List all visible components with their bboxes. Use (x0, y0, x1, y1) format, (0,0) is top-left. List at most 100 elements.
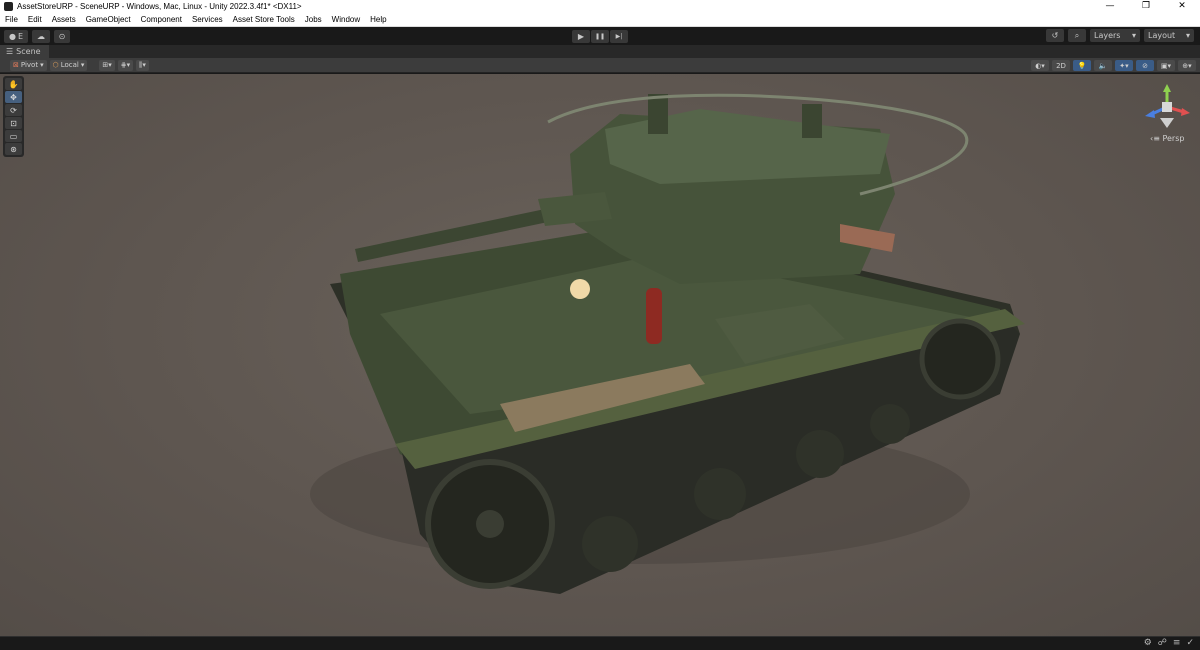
audio-toggle[interactable]: 🔈 (1094, 60, 1112, 71)
effects-dropdown[interactable]: ✦▾ (1115, 60, 1133, 71)
gizmos-icon: ⊕▾ (1182, 61, 1192, 70)
menu-jobs[interactable]: Jobs (300, 13, 327, 27)
move-tool[interactable]: ✥ (5, 91, 22, 103)
transform-tools: ✋ ✥ ⟳ ⊡ ▭ ⊛ (3, 76, 24, 157)
unity-logo-icon (4, 2, 13, 11)
tab-bar: ☰ Scene (0, 45, 1200, 58)
menu-gameobject[interactable]: GameObject (81, 13, 136, 27)
search-button[interactable]: ⌕ (1068, 29, 1086, 42)
gizmos-dropdown[interactable]: ⊕▾ (1178, 60, 1196, 71)
tank-turret-top (605, 109, 890, 184)
menu-component[interactable]: Component (136, 13, 187, 27)
tank-cupola (802, 104, 822, 138)
cloud-icon: ☁ (37, 31, 45, 41)
orientation-gizmo[interactable] (1144, 84, 1190, 130)
history-icon: ↺ (1051, 31, 1059, 40)
rotate-tool[interactable]: ⟳ (5, 104, 22, 116)
tank-rear-idler (919, 318, 1001, 400)
menu-window[interactable]: Window (327, 13, 365, 27)
grid-snap-icon: ⊞▾ (102, 61, 112, 69)
close-button[interactable]: ✕ (1164, 0, 1200, 13)
window-controls: — ❐ ✕ (1092, 0, 1200, 13)
tank-roadwheel (870, 404, 910, 444)
menu-edit[interactable]: Edit (23, 13, 47, 27)
toggle-2d-button[interactable]: 2D (1052, 60, 1070, 71)
play-icon: ▶ (577, 32, 585, 41)
pause-icon: ❚❚ (594, 33, 606, 40)
hidden-objects-toggle[interactable]: ⊘ (1136, 60, 1154, 71)
collab-button[interactable]: ⊙ (54, 29, 70, 43)
grid-visibility-button[interactable]: ⋕▾ (117, 59, 134, 71)
network-icon[interactable]: ☍ (1158, 638, 1167, 648)
eye-slash-icon: ⊘ (1142, 61, 1148, 70)
tank-front-sprocket-hub (476, 510, 504, 538)
draw-mode-icon: ◐▾ (1035, 61, 1045, 70)
play-controls: ▶ ❚❚ ▶| (572, 30, 628, 43)
check-icon[interactable]: ✓ (1186, 638, 1194, 648)
tank-headlight (570, 279, 590, 299)
history-button[interactable]: ↺ (1046, 29, 1064, 42)
chevron-down-icon: ▾ (80, 61, 85, 69)
tab-scene-label: Scene (16, 47, 41, 56)
tab-scene[interactable]: ☰ Scene (0, 45, 49, 58)
camera-icon: ▣▾ (1160, 61, 1172, 70)
menu-file[interactable]: File (0, 13, 23, 27)
pivot-icon: ⊠ (13, 61, 19, 69)
menu-assets[interactable]: Assets (47, 13, 81, 27)
scene-viewport[interactable] (0, 74, 1200, 636)
move-tool-icon: ✥ (10, 92, 17, 102)
tank-roadwheel (694, 468, 746, 520)
account-label: E (17, 31, 24, 41)
pause-button[interactable]: ❚❚ (591, 30, 609, 43)
step-button[interactable]: ▶| (610, 30, 628, 43)
grid-snap-button[interactable]: ⊞▾ (99, 59, 115, 71)
rotate-tool-icon: ⟳ (10, 105, 17, 115)
account-button[interactable]: ● E (4, 29, 28, 43)
transform-tool-icon: ⊛ (10, 144, 17, 154)
layers-label: Layers (1094, 31, 1121, 40)
tank-model[interactable] (0, 74, 1200, 636)
draw-mode-dropdown[interactable]: ◐▾ (1031, 60, 1049, 71)
local-icon: ⬡ (52, 61, 59, 69)
effects-icon: ✦▾ (1119, 61, 1129, 70)
layout-dropdown[interactable]: Layout ▾ (1144, 29, 1194, 42)
layers-dropdown[interactable]: Layers ▾ (1090, 29, 1140, 42)
play-button[interactable]: ▶ (572, 30, 590, 43)
status-icons: ⚙ ☍ ≡ ✓ (1144, 638, 1194, 648)
transform-tool[interactable]: ⊛ (5, 143, 22, 155)
grid-icon: ⋕▾ (120, 61, 131, 69)
local-dropdown[interactable]: ⬡ Local ▾ (49, 59, 88, 71)
lighting-toggle[interactable]: 💡 (1073, 60, 1091, 71)
menu-services[interactable]: Services (187, 13, 228, 27)
menu-bar: File Edit Assets GameObject Component Se… (0, 13, 1200, 27)
local-label: Local (60, 61, 79, 69)
pivot-dropdown[interactable]: ⊠ Pivot ▾ (10, 59, 47, 71)
chevron-down-icon: ▾ (1131, 31, 1136, 40)
layout-label: Layout (1148, 31, 1176, 40)
chevron-down-icon: ▾ (40, 61, 44, 69)
chevron-down-icon: ▾ (1185, 31, 1190, 40)
lightbulb-icon: 💡 (1077, 61, 1087, 70)
increment-snap-icon: ⫼▾ (139, 60, 146, 69)
tank-fire-extinguisher (646, 288, 662, 344)
collab-icon: ⊙ (58, 31, 66, 41)
search-icon: ⌕ (1074, 30, 1080, 40)
persp-icon: ‹≡ (1150, 134, 1160, 143)
menu-help[interactable]: Help (365, 13, 391, 27)
tank-roadwheel (796, 430, 844, 478)
debug-icon[interactable]: ⚙ (1144, 638, 1152, 648)
audio-icon: 🔈 (1098, 61, 1108, 70)
window-title: AssetStoreURP - SceneURP - Windows, Mac,… (17, 2, 302, 11)
scale-tool[interactable]: ⊡ (5, 117, 22, 129)
menu-asset-store-tools[interactable]: Asset Store Tools (228, 13, 300, 27)
layers-status-icon[interactable]: ≡ (1173, 638, 1181, 648)
maximize-button[interactable]: ❐ (1128, 0, 1164, 13)
minimize-button[interactable]: — (1092, 0, 1128, 13)
window-titlebar: AssetStoreURP - SceneURP - Windows, Mac,… (0, 0, 1200, 13)
hand-tool[interactable]: ✋ (5, 78, 22, 90)
camera-dropdown[interactable]: ▣▾ (1157, 60, 1175, 71)
rect-tool[interactable]: ▭ (5, 130, 22, 142)
increment-snap-button[interactable]: ⫼▾ (136, 59, 149, 71)
view-mode-label[interactable]: ‹≡ Persp (1150, 134, 1184, 143)
cloud-button[interactable]: ☁ (32, 29, 50, 43)
